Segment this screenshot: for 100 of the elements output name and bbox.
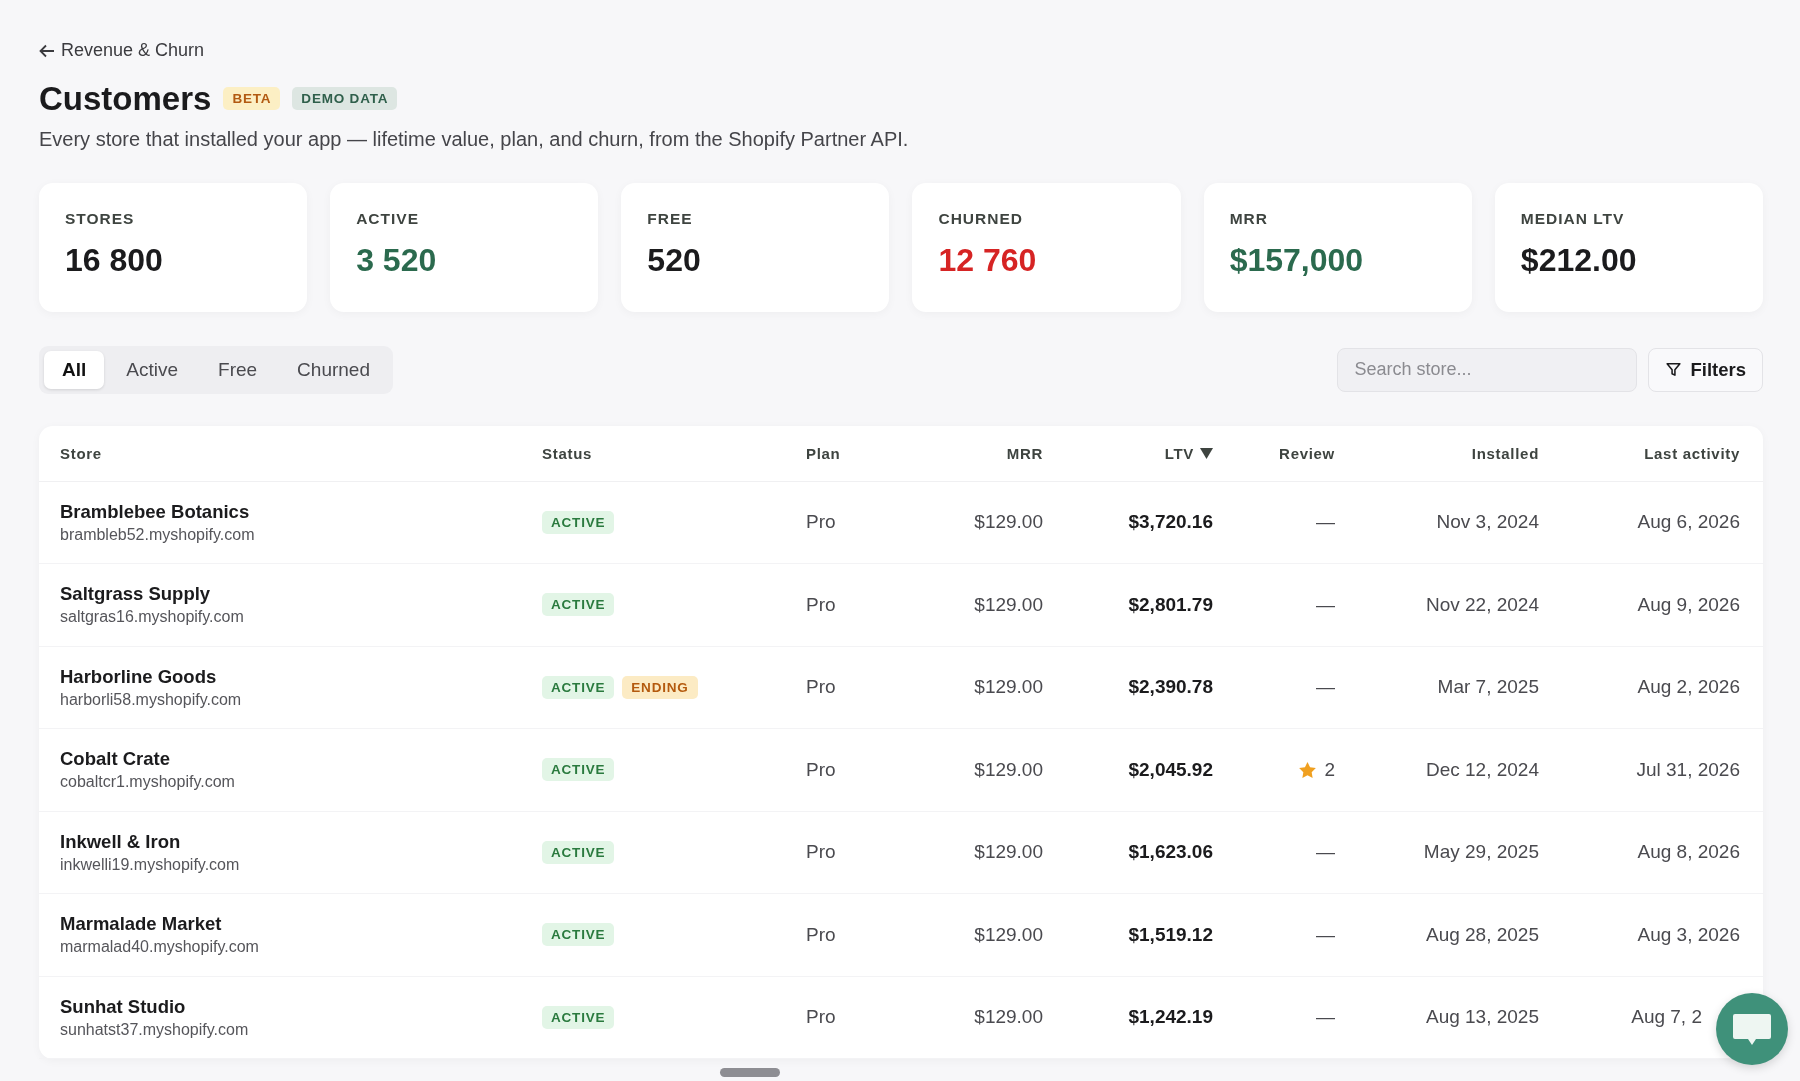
- mrr-cell-text: $129.00: [973, 676, 1043, 699]
- filters-button[interactable]: Filters: [1648, 347, 1763, 392]
- last-activity-cell-text: Aug 7, 2: [1630, 1006, 1703, 1029]
- plan-cell-text: Pro: [806, 758, 837, 781]
- review-cell: —: [1316, 841, 1335, 864]
- plan-cell-text: Pro: [806, 593, 837, 616]
- stat-value: 3 520: [356, 241, 438, 279]
- store-name: Saltgrass Supply: [60, 583, 212, 606]
- filter-tab[interactable]: Churned: [279, 350, 388, 389]
- search-field[interactable]: Search store...: [1337, 347, 1638, 392]
- ltv-cell-text: $1,242.19: [1127, 1006, 1213, 1029]
- ltv-cell-text: $2,801.79: [1127, 593, 1213, 616]
- stat-label: MRR: [1229, 209, 1269, 228]
- column-header[interactable]: Plan: [806, 444, 906, 462]
- ltv-cell-text: $1,519.12: [1127, 923, 1213, 946]
- status-badge: ACTIVE: [542, 840, 615, 864]
- stat-label: FREE: [647, 209, 694, 228]
- last-activity-cell-text: Aug 3, 2026: [1636, 923, 1740, 946]
- chat-button[interactable]: [1716, 993, 1788, 1065]
- last-activity-cell-text: Aug 8, 2026: [1636, 841, 1740, 864]
- stat-label: MEDIAN LTV: [1520, 209, 1626, 228]
- mrr-cell-text: $129.00: [973, 1006, 1043, 1029]
- stat-label: STORES: [65, 209, 136, 228]
- plan-cell-text: Pro: [806, 1006, 837, 1029]
- mrr-cell-text: $129.00: [973, 511, 1043, 534]
- arrow-left-icon: [39, 43, 55, 58]
- ltv-cell-text: $2,045.92: [1127, 758, 1213, 781]
- ltv-cell-text: $1,623.06: [1127, 841, 1213, 864]
- stat-label: CHURNED: [938, 209, 1024, 228]
- review-cell: —: [1316, 593, 1335, 616]
- installed-cell-text: Nov 3, 2024: [1435, 511, 1539, 534]
- page-title: Customers: [39, 79, 212, 118]
- status-badge: ACTIVE: [542, 510, 615, 534]
- stat-label: ACTIVE: [356, 209, 420, 228]
- stat-value: 12 760: [938, 241, 1038, 279]
- last-activity-cell-text: Aug 9, 2026: [1636, 593, 1740, 616]
- store-domain: cobaltcr1.myshopify.com: [60, 773, 236, 792]
- store-domain: harborli58.myshopify.com: [60, 690, 243, 709]
- page-subtitle: Every store that installed your app — lifetime value, plan, and churn, from the Shopify Partner API.: [39, 127, 910, 151]
- column-header[interactable]: Store: [60, 444, 542, 462]
- store-domain: brambleb52.myshopify.com: [60, 525, 256, 544]
- column-header[interactable]: MRR: [906, 444, 1043, 462]
- scroll-handle[interactable]: [720, 1068, 780, 1077]
- store-domain: inkwelli19.myshopify.com: [60, 855, 241, 874]
- column-header[interactable]: Status: [542, 444, 806, 462]
- mrr-cell-text: $129.00: [973, 593, 1043, 616]
- store-name: Inkwell & Iron: [60, 830, 182, 853]
- review-cell: —: [1316, 676, 1335, 699]
- plan-cell-text: Pro: [806, 841, 837, 864]
- back-link[interactable]: Revenue & Churn: [39, 40, 205, 61]
- last-activity-cell-text: Jul 31, 2026: [1635, 758, 1740, 781]
- store-name: Harborline Goods: [60, 665, 218, 688]
- column-header[interactable]: Last activity: [1539, 444, 1740, 462]
- stat-value: 520: [647, 241, 702, 279]
- store-domain: sunhatst37.myshopify.com: [60, 1020, 250, 1039]
- status-badge: ACTIVE: [542, 1005, 615, 1029]
- column-header[interactable]: Review: [1213, 444, 1335, 462]
- last-activity-cell-text: Aug 6, 2026: [1636, 511, 1740, 534]
- store-domain: saltgras16.myshopify.com: [60, 608, 245, 627]
- review-cell: —: [1316, 1006, 1335, 1029]
- ltv-cell-text: $2,390.78: [1127, 676, 1213, 699]
- plan-cell-text: Pro: [806, 511, 837, 534]
- stat-value: $212.00: [1520, 241, 1638, 279]
- status-badge: ACTIVE: [542, 758, 615, 782]
- filter-tab[interactable]: Active: [108, 350, 197, 389]
- installed-cell-text: Nov 22, 2024: [1424, 593, 1539, 616]
- header-badge: BETA: [223, 87, 281, 110]
- stat-value: $157,000: [1229, 241, 1365, 279]
- status-badge: ACTIVE: [542, 675, 615, 699]
- filter-tab[interactable]: All: [44, 350, 105, 389]
- ltv-cell-text: $3,720.16: [1127, 511, 1213, 534]
- stat-value: 16 800: [65, 241, 164, 279]
- installed-cell-text: May 29, 2025: [1422, 841, 1539, 864]
- last-activity-cell-text: Aug 2, 2026: [1636, 676, 1740, 699]
- header-badge: DEMO DATA: [292, 87, 398, 110]
- filter-icon: [1665, 361, 1683, 378]
- review-cell: 2: [1324, 758, 1335, 781]
- store-name: Marmalade Market: [60, 913, 223, 936]
- review-cell: —: [1316, 511, 1335, 534]
- store-name: Cobalt Crate: [60, 748, 171, 771]
- status-badge: ACTIVE: [542, 923, 615, 947]
- store-domain: marmalad40.myshopify.com: [60, 938, 260, 957]
- store-name: Bramblebee Botanics: [60, 500, 251, 523]
- installed-cell-text: Mar 7, 2025: [1436, 676, 1539, 699]
- column-header[interactable]: Installed: [1335, 444, 1539, 462]
- mrr-cell-text: $129.00: [973, 841, 1043, 864]
- mrr-cell-text: $129.00: [973, 923, 1043, 946]
- mrr-cell-text: $129.00: [973, 758, 1043, 781]
- filter-tab[interactable]: Free: [200, 350, 276, 389]
- speech-bubble-icon: [1732, 1012, 1772, 1046]
- review-cell: —: [1316, 923, 1335, 946]
- installed-cell-text: Aug 13, 2025: [1424, 1006, 1539, 1029]
- plan-cell-text: Pro: [806, 923, 837, 946]
- status-badge: ENDING: [622, 675, 698, 699]
- status-badge: ACTIVE: [542, 593, 615, 617]
- plan-cell-text: Pro: [806, 676, 837, 699]
- installed-cell-text: Dec 12, 2024: [1424, 758, 1539, 781]
- column-header[interactable]: LTV: [1043, 444, 1213, 462]
- store-name: Sunhat Studio: [60, 995, 187, 1018]
- installed-cell-text: Aug 28, 2025: [1424, 923, 1539, 946]
